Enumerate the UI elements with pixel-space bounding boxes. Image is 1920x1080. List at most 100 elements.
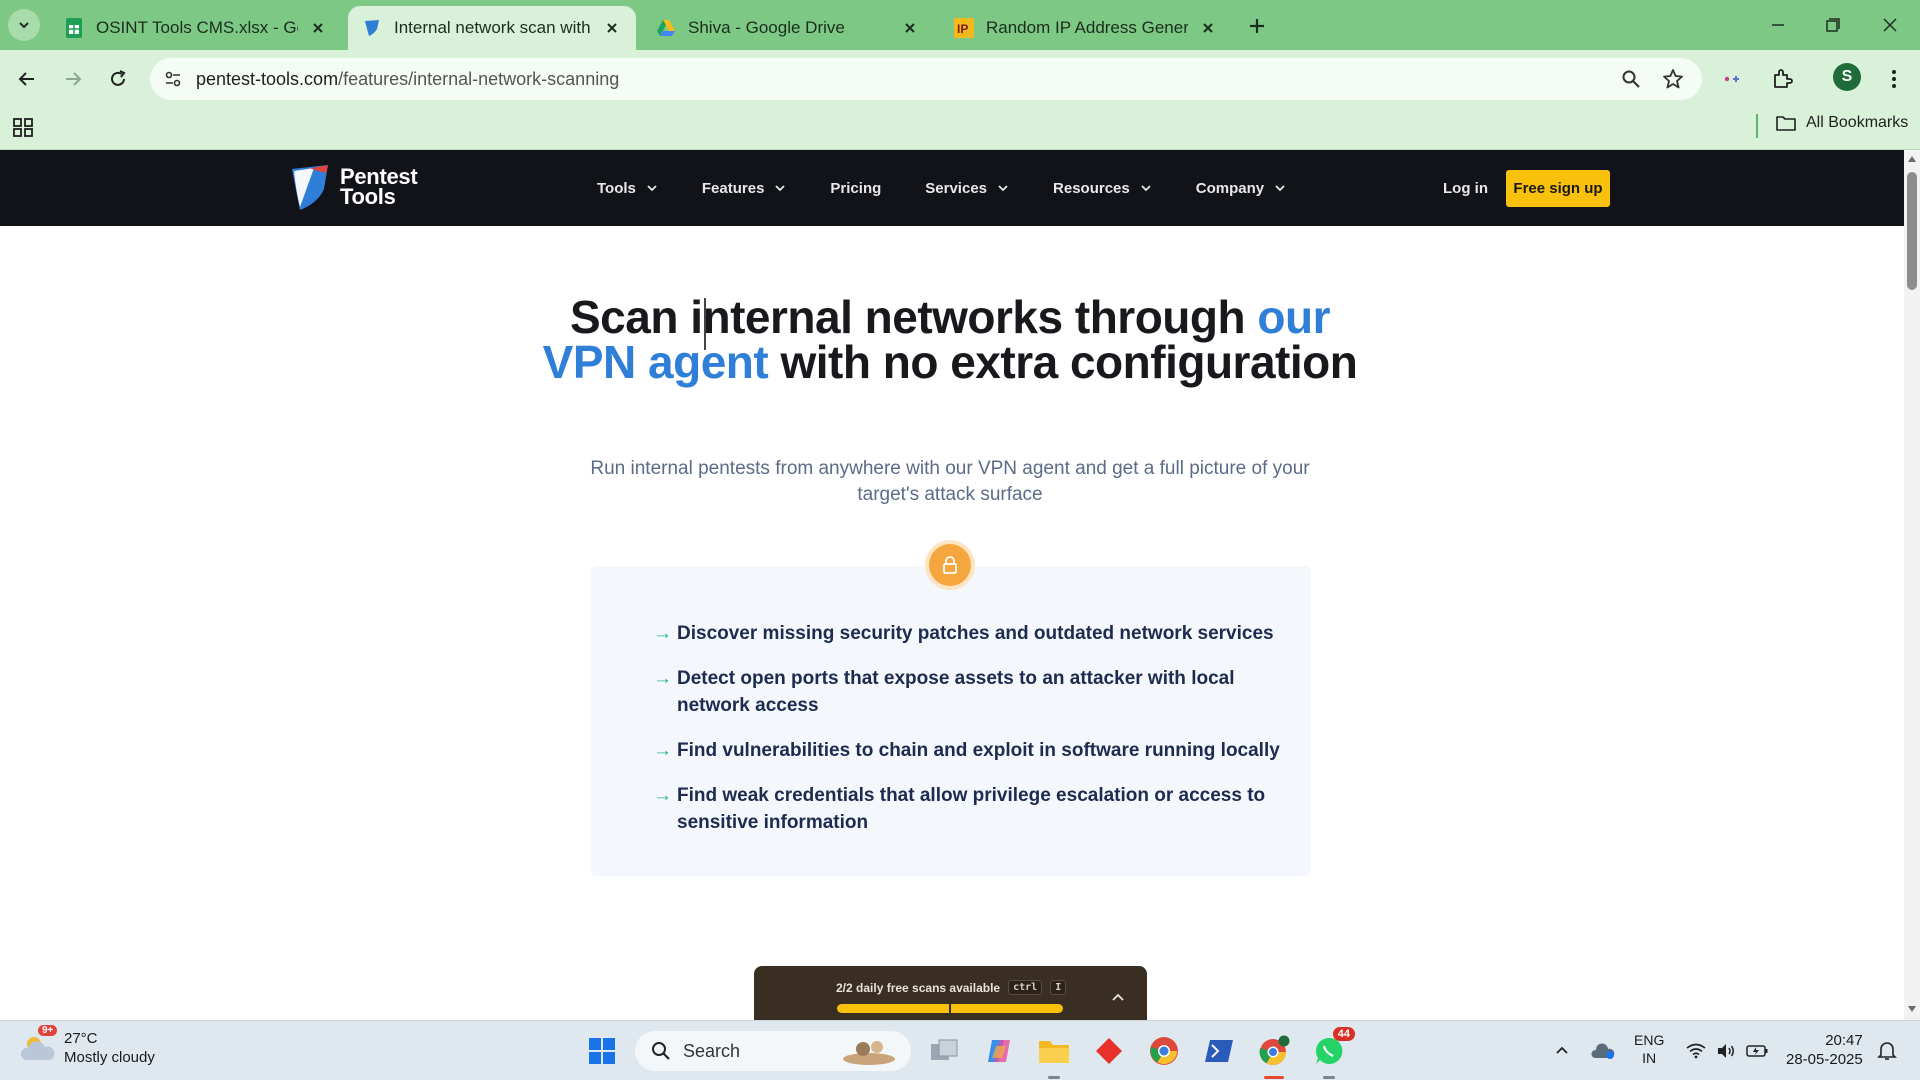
nav-services[interactable]: Services (925, 180, 1009, 197)
url-host: pentest-tools.com (196, 69, 339, 89)
onedrive-icon[interactable] (1590, 1038, 1616, 1064)
file-explorer-button[interactable] (1032, 1029, 1076, 1079)
tab-google-drive[interactable]: Shiva - Google Drive (642, 6, 934, 50)
running-indicator (1323, 1076, 1335, 1079)
login-link[interactable]: Log in (1443, 180, 1488, 197)
anydesk-icon (1096, 1038, 1122, 1064)
restore-icon (1826, 18, 1840, 32)
tab-random-ip-generator[interactable]: IP Random IP Address Generator, (940, 6, 1232, 50)
tab-osint-sheet[interactable]: OSINT Tools CMS.xlsx - Google (50, 6, 342, 50)
whatsapp-button[interactable]: 44 (1307, 1027, 1355, 1079)
windows-logo-icon (589, 1038, 615, 1064)
chrome-profile-button[interactable] (1252, 1029, 1296, 1079)
show-hidden-icons-button[interactable] (1550, 1039, 1574, 1063)
tab-search-button[interactable] (8, 9, 40, 41)
nav-features[interactable]: Features (702, 180, 787, 197)
all-bookmarks-button[interactable]: All Bookmarks (1776, 114, 1908, 132)
site-header: Pentest Tools Tools Features Pricing Ser… (0, 150, 1904, 226)
page-subtitle: Run internal pentests from anywhere with… (590, 458, 1310, 505)
battery-icon[interactable] (1744, 1039, 1770, 1063)
extensions-icon[interactable] (1766, 63, 1798, 95)
lock-icon (929, 544, 971, 586)
scroll-thumb[interactable] (1907, 172, 1917, 290)
pentest-tools-logo[interactable]: Pentest Tools (290, 163, 418, 211)
close-icon[interactable] (602, 18, 622, 38)
zoom-icon[interactable] (1618, 66, 1644, 92)
nav-resources[interactable]: Resources (1053, 180, 1152, 197)
bookmarks-divider (1756, 114, 1758, 138)
language-indicator[interactable]: ENG IN (1634, 1031, 1664, 1067)
tab-title: Random IP Address Generator, (986, 18, 1188, 37)
address-bar[interactable]: pentest-tools.com/features/internal-netw… (150, 58, 1702, 100)
chrome-icon (1150, 1037, 1178, 1065)
bookmarks-bar: All Bookmarks (0, 108, 1920, 150)
clock-time: 20:47 (1825, 1032, 1863, 1049)
tab-internal-network-scan[interactable]: Internal network scan with the P (348, 6, 636, 50)
weather-widget[interactable]: 9+ 27°C Mostly cloudy (20, 1025, 155, 1067)
main-nav: Tools Features Pricing Services Resource… (597, 150, 1330, 226)
profile-avatar[interactable]: S (1833, 63, 1861, 91)
close-icon[interactable] (900, 18, 920, 38)
browser-menu-icon[interactable] (1878, 63, 1910, 95)
nav-company[interactable]: Company (1196, 180, 1286, 197)
nav-label: Tools (597, 179, 636, 197)
nav-label: Resources (1053, 179, 1130, 197)
free-signup-button[interactable]: Free sign up (1506, 170, 1610, 207)
anydesk-button[interactable] (1087, 1029, 1131, 1073)
all-bookmarks-label: All Bookmarks (1806, 114, 1909, 131)
notification-center-icon[interactable] (1874, 1038, 1900, 1064)
site-info-icon[interactable] (160, 66, 186, 92)
powershell-button[interactable] (1197, 1029, 1241, 1073)
back-button[interactable] (12, 64, 42, 94)
plus-icon (1250, 19, 1264, 33)
extension-pill-icon[interactable] (1718, 63, 1750, 95)
bookmark-star-icon[interactable] (1660, 66, 1686, 92)
chrome-button[interactable] (1142, 1029, 1186, 1073)
shield-logo-icon (292, 165, 328, 210)
taskbar-search[interactable]: Search (635, 1031, 911, 1071)
new-tab-button[interactable] (1244, 13, 1270, 39)
feature-text: Discover missing security patches and ou… (677, 623, 1274, 644)
scroll-up-icon[interactable] (1907, 154, 1917, 164)
reload-button[interactable] (103, 64, 133, 94)
lang-line-1: ENG (1634, 1032, 1665, 1048)
text-cursor (704, 298, 706, 350)
apps-grid-icon[interactable] (12, 116, 38, 142)
forward-button[interactable] (58, 64, 88, 94)
weather-temp: 27°C (64, 1030, 98, 1047)
task-view-button[interactable] (922, 1029, 966, 1073)
feature-text: Find vulnerabilities to chain and exploi… (677, 740, 1280, 761)
nav-label: Pricing (830, 179, 882, 197)
system-clock[interactable]: 20:47 28-05-2025 (1786, 1031, 1863, 1069)
page-scrollbar[interactable] (1904, 150, 1920, 1020)
page-title: Scan internal networks through our VPN a… (520, 294, 1380, 385)
free-scans-panel[interactable]: 2/2 daily free scans available ctrl I (754, 966, 1147, 1020)
chevron-down-icon (1275, 185, 1285, 192)
minimize-icon (1772, 24, 1784, 26)
close-window-button[interactable] (1875, 10, 1905, 40)
search-label: Search (683, 1040, 741, 1061)
minimize-button[interactable] (1763, 10, 1793, 40)
progress-marker (949, 1004, 951, 1018)
close-icon[interactable] (1198, 18, 1218, 38)
shortcut-key-ctrl: ctrl (1008, 980, 1043, 995)
chrome-profile-icon (1259, 1035, 1290, 1066)
url-path: /features/internal-network-scanning (338, 69, 620, 89)
chevron-up-icon[interactable] (1110, 990, 1126, 1006)
feature-text: Find weak credentials that allow privile… (677, 785, 1266, 833)
wifi-icon[interactable] (1684, 1039, 1708, 1063)
copilot-button[interactable] (977, 1029, 1021, 1073)
scroll-down-icon[interactable] (1907, 1004, 1917, 1014)
volume-icon[interactable] (1714, 1039, 1738, 1063)
nav-pricing[interactable]: Pricing (830, 180, 881, 197)
arrow-right-icon: → (653, 785, 672, 806)
task-view-icon (931, 1039, 958, 1060)
logo-line-2: Tools (340, 184, 396, 209)
close-icon[interactable] (308, 18, 328, 38)
nav-tools[interactable]: Tools (597, 180, 658, 197)
restore-button[interactable] (1818, 10, 1848, 40)
lang-line-2: IN (1642, 1050, 1657, 1066)
tab-title: Shiva - Google Drive (688, 18, 845, 37)
arrow-right-icon: → (653, 668, 672, 689)
start-button[interactable] (580, 1029, 624, 1073)
